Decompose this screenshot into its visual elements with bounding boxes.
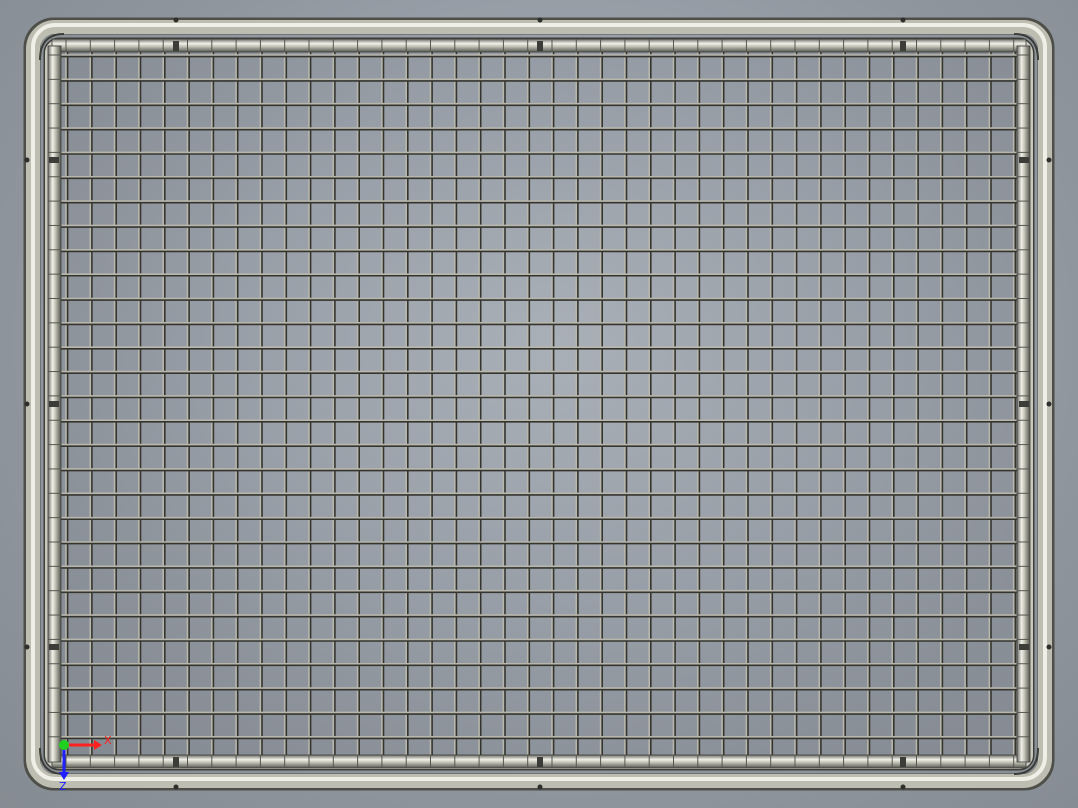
- clip-body: [1019, 157, 1029, 163]
- clip-body: [537, 41, 543, 51]
- mounting-clip: [900, 757, 906, 767]
- clip-body: [537, 757, 543, 767]
- clip-body: [173, 41, 179, 51]
- mesh-background: [60, 50, 1018, 756]
- frame-pin: [173, 17, 179, 23]
- clip-body: [1019, 401, 1029, 407]
- triad-z-label: Z: [59, 780, 67, 793]
- frame-pin: [1046, 644, 1052, 650]
- wire-mesh-panel-model[interactable]: X Z: [0, 0, 1078, 808]
- frame-pin: [24, 644, 30, 650]
- frame-pin: [537, 17, 543, 23]
- clip-body: [49, 644, 59, 650]
- clip-body: [900, 757, 906, 767]
- mounting-clip: [1019, 644, 1029, 650]
- mounting-clip: [1019, 401, 1029, 407]
- frame-pin: [24, 157, 30, 163]
- mounting-clip: [537, 41, 543, 51]
- frame-pin: [900, 17, 906, 23]
- frame-pin: [1046, 401, 1052, 407]
- graphics-viewport[interactable]: X Z: [0, 0, 1078, 808]
- frame-pin: [24, 401, 30, 407]
- frame-pin: [900, 784, 906, 790]
- mounting-clip: [173, 41, 179, 51]
- frame-pin: [173, 784, 179, 790]
- clip-body: [900, 41, 906, 51]
- mounting-clip: [49, 401, 59, 407]
- triad-x-label: X: [104, 734, 112, 747]
- clip-body: [173, 757, 179, 767]
- clip-body: [1019, 644, 1029, 650]
- mounting-clip: [537, 757, 543, 767]
- mounting-clip: [1019, 157, 1029, 163]
- mounting-clip: [49, 157, 59, 163]
- mounting-clip: [900, 41, 906, 51]
- triad-y-axis-icon: [59, 740, 69, 750]
- mounting-clip: [173, 757, 179, 767]
- frame-pin: [537, 784, 543, 790]
- clip-body: [49, 157, 59, 163]
- clip-body: [49, 401, 59, 407]
- frame-pin: [1046, 157, 1052, 163]
- mounting-clip: [49, 644, 59, 650]
